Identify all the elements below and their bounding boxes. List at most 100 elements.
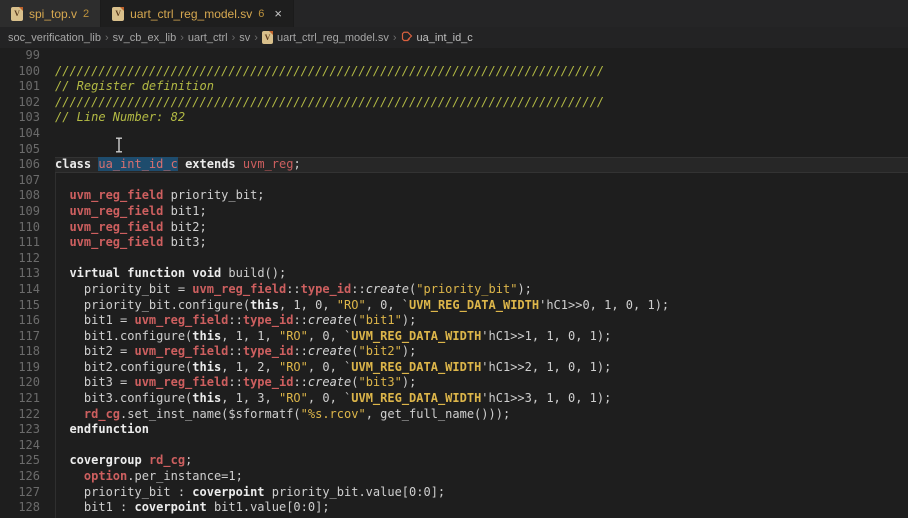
code-text[interactable]: covergroup rd_cg; <box>55 453 908 469</box>
line-number[interactable]: 111 <box>0 235 40 251</box>
code-text[interactable]: uvm_reg_field bit3; <box>55 235 908 251</box>
breadcrumb-item-ua_int_id_c[interactable]: ua_int_id_c <box>401 30 473 45</box>
code-line[interactable]: 109 uvm_reg_field bit1; <box>0 204 908 220</box>
code-line[interactable]: 124 <box>0 438 908 454</box>
code-text[interactable] <box>55 173 908 189</box>
breadcrumb-item-sv_cb_ex_lib[interactable]: sv_cb_ex_lib <box>113 32 177 44</box>
close-icon[interactable]: × <box>274 7 282 20</box>
line-number[interactable]: 115 <box>0 298 40 314</box>
code-line[interactable]: 128 bit1 : coverpoint bit1.value[0:0]; <box>0 500 908 516</box>
code-text[interactable] <box>55 142 908 158</box>
code-line[interactable]: 105 <box>0 142 908 158</box>
line-number[interactable]: 117 <box>0 329 40 345</box>
code-text[interactable]: uvm_reg_field priority_bit; <box>55 188 908 204</box>
line-number[interactable]: 110 <box>0 220 40 236</box>
code-text[interactable]: bit1.configure(this, 1, 1, "RO", 0, `UVM… <box>55 329 908 345</box>
line-number[interactable]: 120 <box>0 375 40 391</box>
code-text[interactable]: bit3.configure(this, 1, 3, "RO", 0, `UVM… <box>55 391 908 407</box>
code-line[interactable]: 99 <box>0 48 908 64</box>
line-number[interactable]: 126 <box>0 469 40 485</box>
code-text[interactable]: rd_cg.set_inst_name($sformatf("%s.rcov",… <box>55 407 908 423</box>
code-text[interactable] <box>55 126 908 142</box>
line-number[interactable]: 127 <box>0 485 40 501</box>
code-line[interactable]: 127 priority_bit : coverpoint priority_b… <box>0 485 908 501</box>
code-line[interactable]: 108 uvm_reg_field priority_bit; <box>0 188 908 204</box>
code-line[interactable]: 100 /////////////////////////////////////… <box>0 64 908 80</box>
breadcrumb-item-soc_verification_lib[interactable]: soc_verification_lib <box>8 32 101 44</box>
code-line[interactable]: 117 bit1.configure(this, 1, 1, "RO", 0, … <box>0 329 908 345</box>
code-line[interactable]: 107 <box>0 173 908 189</box>
line-number[interactable]: 128 <box>0 500 40 516</box>
code-line[interactable]: 119 bit2.configure(this, 1, 2, "RO", 0, … <box>0 360 908 376</box>
code-text[interactable]: priority_bit = uvm_reg_field::type_id::c… <box>55 282 908 298</box>
breadcrumb-item-uart_ctrl_reg_model.sv[interactable]: Vuart_ctrl_reg_model.sv <box>261 31 389 44</box>
line-number[interactable]: 125 <box>0 453 40 469</box>
line-number[interactable]: 112 <box>0 251 40 267</box>
code-text[interactable]: ////////////////////////////////////////… <box>55 64 908 80</box>
line-number[interactable]: 100 <box>0 64 40 80</box>
code-line[interactable]: 122 rd_cg.set_inst_name($sformatf("%s.rc… <box>0 407 908 423</box>
code-text[interactable]: uvm_reg_field bit2; <box>55 220 908 236</box>
code-line[interactable]: 112 <box>0 251 908 267</box>
code-line[interactable]: 123 endfunction <box>0 422 908 438</box>
line-number[interactable]: 114 <box>0 282 40 298</box>
breadcrumb-item-sv[interactable]: sv <box>239 32 250 44</box>
line-number[interactable]: 99 <box>0 48 40 64</box>
code-editor[interactable]: 99 100 ///////////////////////////////////… <box>0 48 908 518</box>
tab-spi-top[interactable]: V spi_top.v 2 <box>0 0 102 27</box>
line-number[interactable]: 123 <box>0 422 40 438</box>
line-number[interactable]: 101 <box>0 79 40 95</box>
code-text[interactable]: // Register definition <box>55 79 908 95</box>
code-line[interactable]: 116 bit1 = uvm_reg_field::type_id::creat… <box>0 313 908 329</box>
line-number[interactable]: 119 <box>0 360 40 376</box>
line-number[interactable]: 105 <box>0 142 40 158</box>
code-text[interactable]: class ua_int_id_c extends uvm_reg; <box>55 157 908 173</box>
code-line[interactable]: 120 bit3 = uvm_reg_field::type_id::creat… <box>0 375 908 391</box>
code-text[interactable] <box>55 251 908 267</box>
line-number[interactable]: 108 <box>0 188 40 204</box>
line-number[interactable]: 104 <box>0 126 40 142</box>
line-number[interactable]: 121 <box>0 391 40 407</box>
line-number[interactable]: 107 <box>0 173 40 189</box>
breadcrumb-item-uart_ctrl[interactable]: uart_ctrl <box>188 32 228 44</box>
line-number[interactable]: 113 <box>0 266 40 282</box>
code-line[interactable]: 110 uvm_reg_field bit2; <box>0 220 908 236</box>
code-text[interactable]: option.per_instance=1; <box>55 469 908 485</box>
line-number[interactable]: 103 <box>0 110 40 126</box>
line-number[interactable]: 116 <box>0 313 40 329</box>
code-line[interactable]: 114 priority_bit = uvm_reg_field::type_i… <box>0 282 908 298</box>
line-number[interactable]: 118 <box>0 344 40 360</box>
line-number[interactable]: 106 <box>0 157 40 173</box>
code-line[interactable]: 104 <box>0 126 908 142</box>
code-text[interactable] <box>55 48 908 64</box>
code-text[interactable]: bit1 : coverpoint bit1.value[0:0]; <box>55 500 908 516</box>
code-line[interactable]: 118 bit2 = uvm_reg_field::type_id::creat… <box>0 344 908 360</box>
code-text[interactable] <box>55 438 908 454</box>
line-number[interactable]: 124 <box>0 438 40 454</box>
code-text[interactable]: ////////////////////////////////////////… <box>55 95 908 111</box>
code-line[interactable]: 113 virtual function void build(); <box>0 266 908 282</box>
line-number[interactable]: 109 <box>0 204 40 220</box>
code-line[interactable]: 125 covergroup rd_cg; <box>0 453 908 469</box>
code-line[interactable]: 126 option.per_instance=1; <box>0 469 908 485</box>
code-line[interactable]: 106 class ua_int_id_c extends uvm_reg; <box>0 157 908 173</box>
code-text[interactable]: bit3 = uvm_reg_field::type_id::create("b… <box>55 375 908 391</box>
code-text[interactable]: virtual function void build(); <box>55 266 908 282</box>
code-line[interactable]: 102 /////////////////////////////////////… <box>0 95 908 111</box>
code-text[interactable]: priority_bit : coverpoint priority_bit.v… <box>55 485 908 501</box>
line-number[interactable]: 122 <box>0 407 40 423</box>
code-text[interactable]: // Line Number: 82 <box>55 110 908 126</box>
code-line[interactable]: 121 bit3.configure(this, 1, 3, "RO", 0, … <box>0 391 908 407</box>
line-number[interactable]: 102 <box>0 95 40 111</box>
code-text[interactable]: uvm_reg_field bit1; <box>55 204 908 220</box>
code-text[interactable]: bit2.configure(this, 1, 2, "RO", 0, `UVM… <box>55 360 908 376</box>
code-line[interactable]: 111 uvm_reg_field bit3; <box>0 235 908 251</box>
code-text[interactable]: bit1 = uvm_reg_field::type_id::create("b… <box>55 313 908 329</box>
code-line[interactable]: 115 priority_bit.configure(this, 1, 0, "… <box>0 298 908 314</box>
code-text[interactable]: bit2 = uvm_reg_field::type_id::create("b… <box>55 344 908 360</box>
code-line[interactable]: 101 // Register definition <box>0 79 908 95</box>
code-text[interactable]: endfunction <box>55 422 908 438</box>
code-text[interactable]: priority_bit.configure(this, 1, 0, "RO",… <box>55 298 908 314</box>
code-line[interactable]: 103 // Line Number: 82 <box>0 110 908 126</box>
tab-uart-ctrl-reg-model[interactable]: V uart_ctrl_reg_model.sv 6 × <box>101 0 294 27</box>
